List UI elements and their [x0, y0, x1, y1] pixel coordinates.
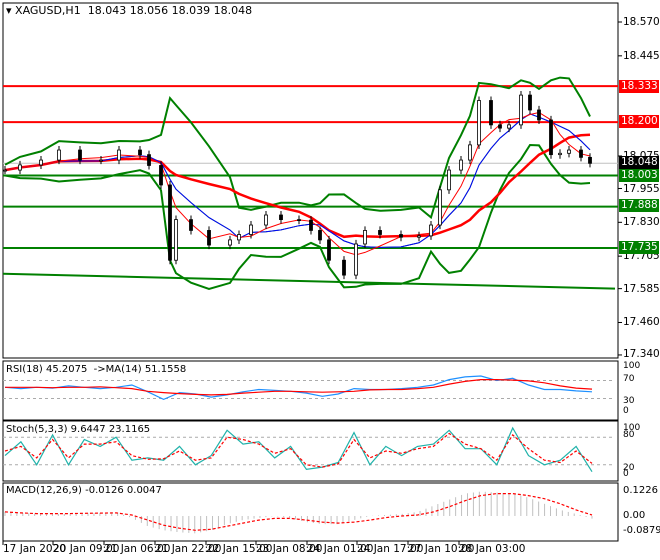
candle-body	[3, 169, 7, 172]
level-label-resistance: 18.200	[619, 115, 659, 128]
ohlc-readout: 18.043 18.056 18.039 18.048	[87, 4, 253, 17]
price-tick: 17.830	[623, 216, 660, 228]
candle-body	[537, 109, 541, 121]
candle-body	[174, 219, 178, 261]
candle-body	[57, 149, 61, 161]
candle-body	[588, 156, 592, 164]
candle-body	[447, 169, 451, 191]
bollinger-upper	[4, 76, 591, 220]
candle-body	[228, 239, 232, 246]
candle-body	[528, 94, 532, 111]
candle-body	[498, 124, 502, 129]
candle-body	[468, 144, 472, 161]
bollinger-middle	[4, 113, 591, 248]
candle-body	[147, 154, 151, 166]
trend-line	[2, 272, 616, 290]
candle-body	[477, 100, 481, 146]
price-tick: 17.955	[623, 183, 660, 195]
candle-body	[159, 165, 163, 186]
candle-body	[438, 189, 442, 226]
candle-body	[363, 230, 367, 245]
rsi-level: 70	[623, 374, 635, 384]
candle-body	[417, 235, 421, 238]
candle-body	[309, 219, 313, 231]
bollinger-lower	[4, 143, 591, 291]
candle-body	[558, 152, 562, 156]
rsi-label: RSI(18) 45.2075 ->MA(14) 51.1558	[6, 364, 187, 375]
candle-body	[354, 243, 358, 276]
stoch-level: 0	[623, 469, 629, 479]
candle-body	[207, 230, 211, 246]
macd-signal-line	[4, 493, 593, 531]
level-label-support: 17.888	[619, 199, 659, 212]
symbol-label: XAGUSD,H1	[15, 4, 81, 17]
candle-body	[318, 230, 322, 241]
current-price-label: 18.048	[619, 156, 659, 169]
candle-body	[264, 214, 268, 226]
candle-body	[279, 214, 283, 221]
stoch-label: Stoch(5,3,3) 9.6447 23.1165	[6, 424, 151, 435]
price-tick: 18.570	[623, 16, 660, 28]
candle-body	[327, 239, 331, 261]
candle-body	[579, 149, 583, 158]
rsi-level: 0	[623, 406, 629, 416]
chart-canvas[interactable]	[0, 0, 660, 560]
macd-level: -0.0879	[623, 525, 660, 536]
candle-body	[189, 219, 193, 231]
candle-body	[18, 164, 22, 171]
candle-body	[138, 149, 142, 156]
candle-body	[78, 149, 82, 161]
level-label-resistance: 18.333	[619, 80, 659, 93]
macd-label: MACD(12,26,9) -0.0126 0.0047	[6, 485, 162, 496]
candle-body	[297, 219, 301, 222]
candle-body	[507, 124, 511, 129]
chart-window: ▾ XAGUSD,H1 18.043 18.056 18.039 18.048 …	[0, 0, 660, 560]
candle-body	[429, 224, 433, 237]
rsi-level: 30	[623, 396, 635, 406]
candle-body	[39, 159, 43, 166]
candle-body	[399, 234, 403, 238]
time-label: 28 Jan 03:00	[459, 543, 526, 555]
price-tick: 18.445	[623, 50, 660, 62]
chart-title: ▾ XAGUSD,H1 18.043 18.056 18.039 18.048	[6, 4, 253, 17]
stoch-signal-line	[4, 432, 593, 468]
candle-body	[519, 94, 523, 126]
candle-body	[567, 149, 571, 154]
candle-body	[459, 159, 463, 171]
level-label-support: 18.003	[619, 169, 659, 182]
rsi-level: 100	[623, 361, 641, 371]
level-label-support: 17.735	[619, 241, 659, 254]
candle-body	[249, 224, 253, 235]
macd-level: 0.00	[623, 510, 646, 521]
price-tick: 17.585	[623, 283, 660, 295]
candle-body	[117, 149, 121, 161]
stoch-level: 80	[623, 430, 635, 440]
candle-body	[378, 230, 382, 235]
candle-body	[342, 259, 346, 276]
price-tick: 17.460	[623, 316, 660, 328]
candle-body	[237, 234, 241, 241]
macd-level: 0.1226	[623, 485, 658, 496]
candle-body	[168, 184, 172, 261]
panel-frame	[2, 2, 619, 359]
candle-body	[489, 100, 493, 126]
price-tick: 17.340	[623, 348, 660, 360]
candle-body	[99, 159, 103, 162]
ma-blue	[4, 113, 591, 248]
candle-body	[549, 119, 553, 156]
